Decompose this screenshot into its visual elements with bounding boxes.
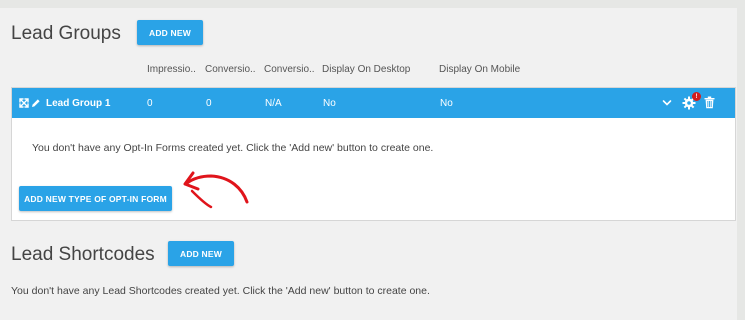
column-header-display-mobile: Display On Mobile xyxy=(439,64,521,75)
lead-group-display-mobile: No xyxy=(440,98,453,109)
column-header-conversions: Conversio.. xyxy=(205,64,256,75)
column-header-conversion-rate: Conversio.. xyxy=(264,64,315,75)
opt-in-empty-message: You don't have any Opt-In Forms created … xyxy=(32,142,434,154)
shortcodes-empty-message: You don't have any Lead Shortcodes creat… xyxy=(11,285,430,297)
right-edge xyxy=(737,0,745,320)
notification-badge: ! xyxy=(692,92,701,101)
lead-group-conversions: 0 xyxy=(206,98,212,109)
trash-icon[interactable] xyxy=(704,96,715,109)
move-icon[interactable] xyxy=(19,98,29,108)
column-header-impressions: Impressio.. xyxy=(147,64,196,75)
column-headers: Impressio.. Conversio.. Conversio.. Disp… xyxy=(0,64,745,78)
top-strip xyxy=(0,0,745,8)
lead-groups-title: Lead Groups xyxy=(11,23,121,44)
edit-icon[interactable] xyxy=(31,98,41,108)
lead-group-row[interactable]: Lead Group 1 0 0 N/A No No ! xyxy=(12,88,735,118)
annotation-arrow-icon xyxy=(183,171,249,209)
lead-shortcodes-title: Lead Shortcodes xyxy=(11,244,155,265)
add-new-opt-in-type-button[interactable]: ADD NEW TYPE OF OPT-IN FORM xyxy=(19,186,172,211)
lead-group-impressions: 0 xyxy=(147,98,153,109)
chevron-down-icon[interactable] xyxy=(662,99,672,107)
lead-shortcodes-add-new-button[interactable]: ADD NEW xyxy=(168,241,234,266)
column-header-display-desktop: Display On Desktop xyxy=(322,64,411,75)
lead-group-conversion-rate: N/A xyxy=(265,98,282,109)
lead-group-name[interactable]: Lead Group 1 xyxy=(46,98,110,109)
lead-groups-add-new-button[interactable]: ADD NEW xyxy=(137,20,203,45)
lead-group-panel: Lead Group 1 0 0 N/A No No ! You don't h… xyxy=(11,87,736,221)
lead-group-display-desktop: No xyxy=(323,98,336,109)
